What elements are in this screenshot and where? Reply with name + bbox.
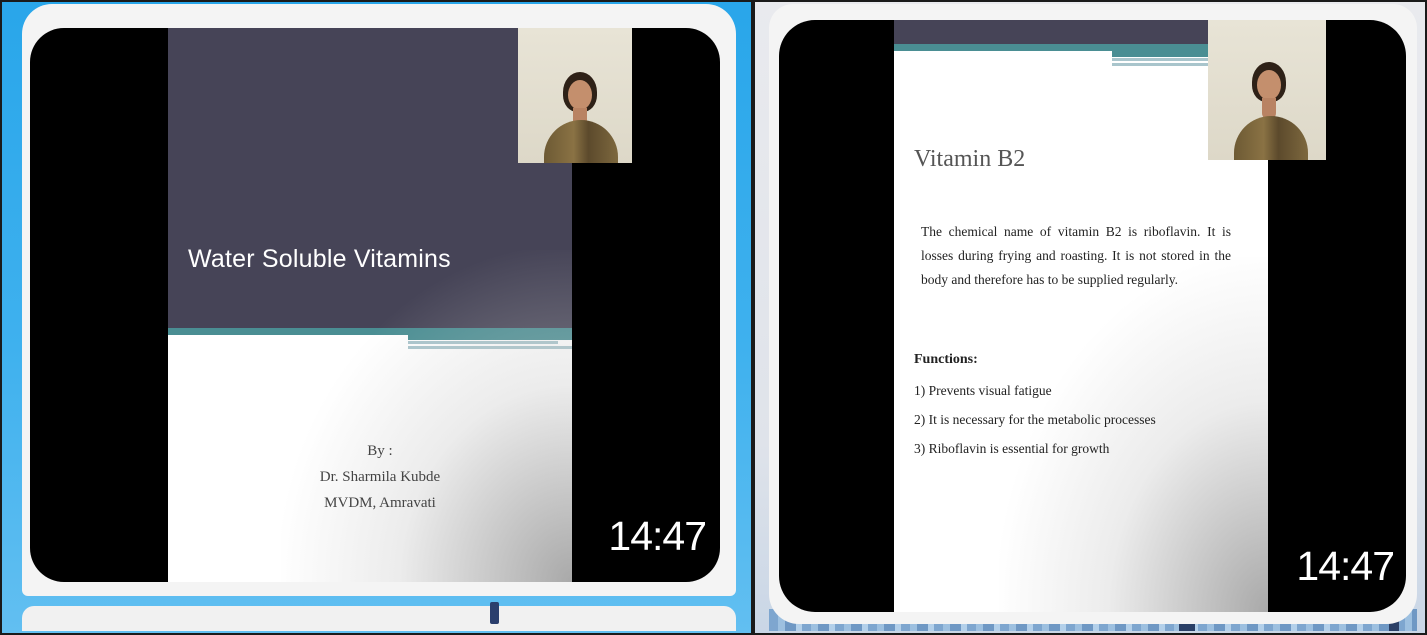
duration-badge: 14:47	[1296, 543, 1395, 589]
function-item: 1) Prevents visual fatigue	[914, 383, 1052, 398]
webcam-face	[1257, 70, 1281, 100]
functions-list: 1) Prevents visual fatigue 2) It is nece…	[914, 376, 1156, 463]
slide-paragraph: The chemical name of vitamin B2 is ribof…	[921, 224, 1231, 287]
left-panel: Water Soluble Vitamins By : Dr. Sharmila…	[0, 0, 753, 635]
byline-label: By :	[367, 443, 393, 459]
slide-byline: By : Dr. Sharmila Kubde MVDM, Amravati	[300, 438, 460, 516]
presenter-webcam-icon	[1208, 20, 1326, 160]
right-cell: Vitamin B2 The chemical name of vitamin …	[769, 4, 1417, 631]
left-cell: Water Soluble Vitamins By : Dr. Sharmila…	[22, 4, 736, 631]
webcam-body	[544, 120, 618, 163]
presenter-name: Dr. Sharmila Kubde	[319, 469, 441, 485]
webcam-face	[568, 80, 592, 110]
presenter-webcam-icon	[518, 28, 632, 163]
title-slide: Water Soluble Vitamins By : Dr. Sharmila…	[168, 28, 572, 582]
video-card-2[interactable]: Vitamin B2 The chemical name of vitamin …	[769, 4, 1417, 624]
screen-glare	[281, 249, 572, 582]
function-item: 3) Riboflavin is essential for growth	[914, 441, 1110, 456]
video-thumbnail-1[interactable]: Water Soluble Vitamins By : Dr. Sharmila…	[30, 28, 720, 582]
slide-title: Vitamin B2	[914, 146, 1026, 172]
functions-heading: Functions:	[914, 352, 978, 367]
webcam-body	[1234, 116, 1308, 160]
pin-marker	[490, 602, 499, 624]
video-card-1[interactable]: Water Soluble Vitamins By : Dr. Sharmila…	[22, 4, 736, 596]
function-item: 2) It is necessary for the metabolic pro…	[914, 412, 1156, 427]
duration-badge: 14:47	[608, 513, 707, 559]
slide-title: Water Soluble Vitamins	[188, 245, 451, 273]
video-thumbnail-2[interactable]: Vitamin B2 The chemical name of vitamin …	[779, 20, 1406, 612]
next-video-card[interactable]	[22, 606, 736, 631]
presenter-affiliation: MVDM, Amravati	[324, 495, 436, 511]
right-panel: Vitamin B2 The chemical name of vitamin …	[753, 0, 1427, 635]
